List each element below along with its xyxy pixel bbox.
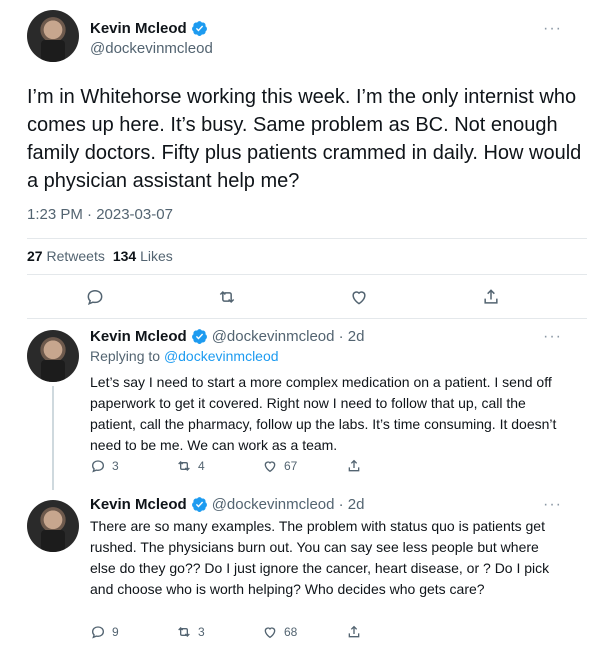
more-icon[interactable]: ··· xyxy=(543,496,562,514)
reply-tweet[interactable]: Kevin Mcleod @dockevinmcleod · 2d ··· Th… xyxy=(0,490,607,654)
share-icon xyxy=(348,625,360,638)
reply-count: 3 xyxy=(112,459,119,473)
tweet-text: I’m in Whitehorse working this week. I’m… xyxy=(27,86,582,192)
tweet-action-bar xyxy=(0,283,607,311)
author-name-row: Kevin Mcleod @dockevinmcleod · 2d xyxy=(90,328,365,345)
thread-line xyxy=(52,386,54,490)
replying-to-label: Replying to xyxy=(90,348,161,364)
reply-action-bar: 3 4 67 xyxy=(90,458,390,478)
retweet-count: 4 xyxy=(198,459,205,473)
retweets-label: Retweets xyxy=(46,248,105,264)
retweet-button[interactable]: 4 xyxy=(176,458,205,474)
author-handle[interactable]: @dockevinmcleod · 2d xyxy=(212,328,365,345)
avatar[interactable] xyxy=(27,500,79,552)
divider xyxy=(27,318,587,319)
divider xyxy=(27,238,587,239)
likes-count: 134 xyxy=(112,248,137,264)
author-name[interactable]: Kevin Mcleod xyxy=(90,20,187,37)
reply-action-bar: 9 3 68 xyxy=(90,624,390,644)
reply-icon xyxy=(91,626,105,639)
divider xyxy=(27,274,587,275)
share-button[interactable] xyxy=(346,624,362,640)
reply-button[interactable]: 3 xyxy=(90,458,119,474)
author-handle[interactable]: @dockevinmcleod · 2d xyxy=(212,496,365,513)
avatar[interactable] xyxy=(27,330,79,382)
like-count: 67 xyxy=(284,459,298,473)
engagement-stats: 27 Retweets 134 Likes xyxy=(27,248,173,264)
share-icon[interactable] xyxy=(481,287,501,307)
reply-icon xyxy=(91,460,105,473)
retweets-stat[interactable]: 27 Retweets xyxy=(27,248,105,264)
retweet-button[interactable]: 3 xyxy=(176,624,205,640)
replying-to-mention[interactable]: @dockevinmcleod xyxy=(164,348,279,364)
like-count: 68 xyxy=(284,625,298,639)
reply-text: There are so many examples. The problem … xyxy=(90,518,550,597)
retweet-count: 3 xyxy=(198,625,205,639)
heart-icon[interactable] xyxy=(349,287,369,307)
reply-button[interactable]: 9 xyxy=(90,624,119,640)
like-button[interactable]: 68 xyxy=(262,624,297,640)
share-icon xyxy=(348,459,360,472)
author-name-row: Kevin Mcleod xyxy=(90,20,208,37)
retweet-icon[interactable] xyxy=(217,287,237,307)
replying-to: Replying to @dockevinmcleod xyxy=(90,348,279,364)
retweet-icon xyxy=(178,627,190,637)
verified-badge-icon xyxy=(191,497,207,512)
reply-count: 9 xyxy=(112,625,119,639)
author-handle[interactable]: @dockevinmcleod xyxy=(90,40,213,57)
avatar[interactable] xyxy=(27,10,79,62)
retweet-icon xyxy=(178,461,190,471)
author-name-row: Kevin Mcleod @dockevinmcleod · 2d xyxy=(90,496,365,513)
heart-icon xyxy=(264,627,276,639)
retweets-count: 27 xyxy=(27,248,43,264)
reply-tweet[interactable]: Kevin Mcleod @dockevinmcleod · 2d ··· Re… xyxy=(0,324,607,490)
heart-icon xyxy=(264,461,276,473)
more-icon[interactable]: ··· xyxy=(543,328,562,346)
tweet-timestamp[interactable]: 1:23 PM · 2023-03-07 xyxy=(27,206,173,223)
author-name[interactable]: Kevin Mcleod xyxy=(90,496,187,513)
like-button[interactable]: 67 xyxy=(262,458,297,474)
likes-stat[interactable]: 134 Likes xyxy=(113,248,173,264)
more-icon[interactable]: ··· xyxy=(543,20,562,38)
author-name[interactable]: Kevin Mcleod xyxy=(90,328,187,345)
reply-icon[interactable] xyxy=(85,287,105,307)
verified-badge-icon xyxy=(191,329,207,344)
share-button[interactable] xyxy=(346,458,362,474)
verified-badge-icon xyxy=(191,21,207,36)
likes-label: Likes xyxy=(140,248,173,264)
reply-text: Let’s say I need to start a more complex… xyxy=(90,374,557,453)
